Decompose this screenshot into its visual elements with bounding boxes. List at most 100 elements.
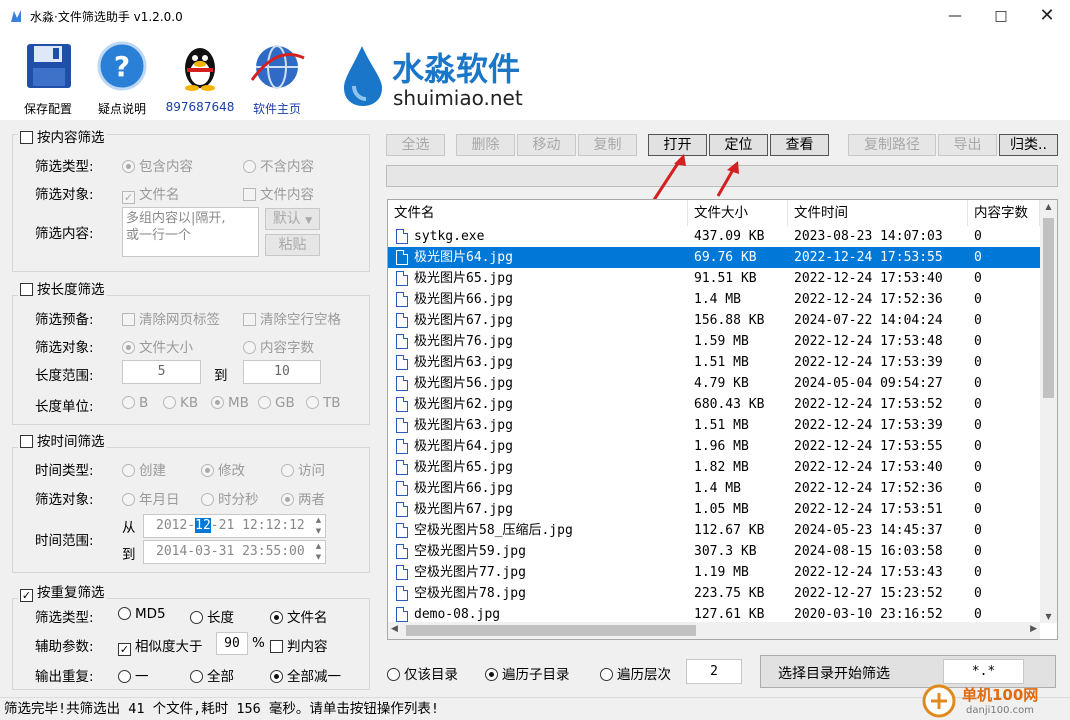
table-row[interactable]: 空极光图片77.jpg 1.19 MB 2022-12-24 17:53:43 0 <box>388 562 1040 583</box>
dup-md5-radio[interactable]: MD5 <box>118 606 166 622</box>
time-clock-radio[interactable]: 时分秒 <box>201 488 259 508</box>
time-created-radio[interactable]: 创建 <box>122 459 166 479</box>
col-header-size[interactable]: 文件大小 <box>688 200 788 226</box>
table-row[interactable]: 空极光图片58_压缩后.jpg 112.67 KB 2024-05-23 14:45… <box>388 520 1040 541</box>
content-type-include-radio[interactable]: 包含内容 <box>122 155 193 175</box>
table-row[interactable]: 极光图片76.jpg 1.59 MB 2022-12-24 17:53:48 0 <box>388 331 1040 352</box>
table-row[interactable]: 极光图片67.jpg 1.05 MB 2022-12-24 17:53:51 0 <box>388 499 1040 520</box>
depth-input[interactable]: 2 <box>686 659 742 684</box>
content-text-area[interactable]: 多组内容以|隔开, 或一行一个 <box>122 207 259 257</box>
similarity-checkbox[interactable]: ✓ 相似度大于 <box>118 635 203 656</box>
view-button[interactable]: 查看 <box>770 134 829 156</box>
time-filter-toggle[interactable]: 按时间筛选 <box>18 430 107 450</box>
unit-mb-radio[interactable]: MB <box>211 395 249 411</box>
time-both-radio[interactable]: 两者 <box>281 488 325 508</box>
table-row[interactable]: 空极光图片59.jpg 307.3 KB 2024-08-15 16:03:58 0 <box>388 541 1040 562</box>
time-accessed-radio[interactable]: 访问 <box>281 459 325 479</box>
content-type-exclude-radio[interactable]: 不含内容 <box>243 155 314 175</box>
col-header-chars[interactable]: 内容字数 <box>968 200 1040 226</box>
scroll-thumb[interactable] <box>1043 218 1054 398</box>
table-row[interactable]: 极光图片67.jpg 156.88 KB 2024-07-22 14:04:24 0 <box>388 310 1040 331</box>
table-row[interactable]: 极光图片56.jpg 4.79 KB 2024-05-04 09:54:27 0 <box>388 373 1040 394</box>
scan-subdirs-radio[interactable]: 遍历子目录 <box>485 663 570 683</box>
save-config-button[interactable]: 保存配置 <box>13 40 83 116</box>
select-all-button[interactable]: 全选 <box>386 134 445 156</box>
dup-filter-toggle[interactable]: ✓ 按重复筛选 <box>18 581 107 602</box>
copy-path-button[interactable]: 复制路径 <box>848 134 936 156</box>
categorize-button[interactable]: 归类.. <box>999 134 1058 156</box>
move-button[interactable]: 移动 <box>517 134 576 156</box>
strip-html-checkbox[interactable]: 清除网页标签 <box>122 308 220 328</box>
dup-filter-checkbox[interactable]: ✓ <box>20 589 33 602</box>
paste-button[interactable]: 粘贴 <box>265 234 320 256</box>
table-row[interactable]: 极光图片65.jpg 91.51 KB 2022-12-24 17:53:40 0 <box>388 268 1040 289</box>
time-from-picker[interactable]: 2012-12-21 12:12:12 <box>143 514 326 538</box>
export-button[interactable]: 导出 <box>938 134 997 156</box>
table-row[interactable]: 极光图片64.jpg 69.76 KB 2022-12-24 17:53:55 0 <box>388 247 1040 268</box>
help-button[interactable]: ? 疑点说明 <box>87 40 157 116</box>
file-pattern-input[interactable]: *.* <box>943 659 1024 684</box>
hscroll-thumb[interactable] <box>406 625 696 636</box>
maximize-button[interactable]: □ <box>978 0 1024 32</box>
length-from-input[interactable]: 5 <box>122 360 201 384</box>
output-all-radio[interactable]: 全部 <box>190 665 234 685</box>
scan-this-dir-radio[interactable]: 仅该目录 <box>387 663 458 683</box>
cell-filetime: 2022-12-24 17:53:55 <box>794 439 943 454</box>
length-filter-toggle[interactable]: 按长度筛选 <box>18 278 107 298</box>
similarity-input[interactable]: 90 <box>216 632 248 655</box>
vertical-scrollbar[interactable]: ▲ ▼ <box>1040 200 1057 623</box>
app-icon <box>8 8 24 24</box>
table-row[interactable]: 极光图片65.jpg 1.82 MB 2022-12-24 17:53:40 0 <box>388 457 1040 478</box>
content-target-filecontent-checkbox[interactable]: 文件内容 <box>243 183 314 203</box>
default-select[interactable]: 默认 ▼ <box>265 208 320 230</box>
table-row[interactable]: 极光图片63.jpg 1.51 MB 2022-12-24 17:53:39 0 <box>388 415 1040 436</box>
table-row[interactable]: 极光图片66.jpg 1.4 MB 2022-12-24 17:52:36 0 <box>388 289 1040 310</box>
length-to-input[interactable]: 10 <box>243 360 321 384</box>
content-filter-toggle[interactable]: 按内容筛选 <box>18 126 107 146</box>
judge-content-checkbox[interactable]: 判内容 <box>270 635 328 655</box>
copy-button[interactable]: 复制 <box>578 134 637 156</box>
time-modified-radio[interactable]: 修改 <box>201 459 245 479</box>
table-row[interactable]: 空极光图片78.jpg 223.75 KB 2022-12-27 15:23:52 0 <box>388 583 1040 604</box>
unit-tb-radio[interactable]: TB <box>306 395 341 411</box>
homepage-button[interactable]: 软件主页 <box>242 40 312 116</box>
output-one-radio[interactable]: 一 <box>118 665 149 685</box>
table-row[interactable]: 极光图片66.jpg 1.4 MB 2022-12-24 17:52:36 0 <box>388 478 1040 499</box>
qq-button[interactable]: 897687648 <box>165 40 235 114</box>
table-row[interactable]: 极光图片62.jpg 680.43 KB 2022-12-24 17:53:52 0 <box>388 394 1040 415</box>
unit-kb-radio[interactable]: KB <box>163 395 198 411</box>
scroll-down-arrow-icon[interactable]: ▼ <box>1040 612 1057 621</box>
time-to-picker[interactable]: 2014-03-31 23:55:00 <box>143 540 326 564</box>
dup-filename-radio[interactable]: 文件名 <box>270 606 328 626</box>
file-table[interactable]: 文件名 文件大小 文件时间 内容字数 sytkg.exe 437.09 KB 202… <box>387 199 1058 640</box>
minimize-button[interactable]: — <box>932 0 978 32</box>
scroll-right-arrow-icon[interactable]: ▶ <box>1030 624 1037 634</box>
output-all-minus-one-radio[interactable]: 全部减一 <box>270 665 341 685</box>
delete-button[interactable]: 删除 <box>456 134 515 156</box>
table-row[interactable]: 极光图片63.jpg 1.51 MB 2022-12-24 17:53:39 0 <box>388 352 1040 373</box>
scroll-up-arrow-icon[interactable]: ▲ <box>1040 202 1057 211</box>
table-row[interactable]: 极光图片64.jpg 1.96 MB 2022-12-24 17:53:55 0 <box>388 436 1040 457</box>
scroll-left-arrow-icon[interactable]: ◀ <box>391 624 398 634</box>
unit-b-radio[interactable]: B <box>122 395 148 411</box>
content-target-filename-checkbox[interactable]: ✓ 文件名 <box>122 183 180 204</box>
length-target-filesize-radio[interactable]: 文件大小 <box>122 336 193 356</box>
content-filter-checkbox[interactable] <box>20 131 33 144</box>
dup-length-radio[interactable]: 长度 <box>190 606 234 626</box>
col-header-name[interactable]: 文件名 <box>388 200 688 226</box>
cell-filesize: 1.19 MB <box>694 565 749 580</box>
length-target-charcount-radio[interactable]: 内容字数 <box>243 336 314 356</box>
time-date-radio[interactable]: 年月日 <box>122 488 180 508</box>
strip-blank-checkbox[interactable]: 清除空行空格 <box>243 308 341 328</box>
unit-gb-radio[interactable]: GB <box>258 395 295 411</box>
file-icon <box>396 439 408 454</box>
time-filter-checkbox[interactable] <box>20 435 33 448</box>
close-button[interactable]: ✕ <box>1024 0 1070 32</box>
time-from-spinner[interactable]: ▲ ▼ <box>312 515 325 537</box>
time-to-spinner[interactable]: ▲ ▼ <box>312 541 325 563</box>
table-row[interactable]: sytkg.exe 437.09 KB 2023-08-23 14:07:03 0 <box>388 226 1040 247</box>
horizontal-scrollbar[interactable]: ◀ ▶ <box>388 622 1040 639</box>
col-header-time[interactable]: 文件时间 <box>788 200 968 226</box>
scan-depth-radio[interactable]: 遍历层次 <box>600 663 671 683</box>
length-filter-checkbox[interactable] <box>20 283 33 296</box>
